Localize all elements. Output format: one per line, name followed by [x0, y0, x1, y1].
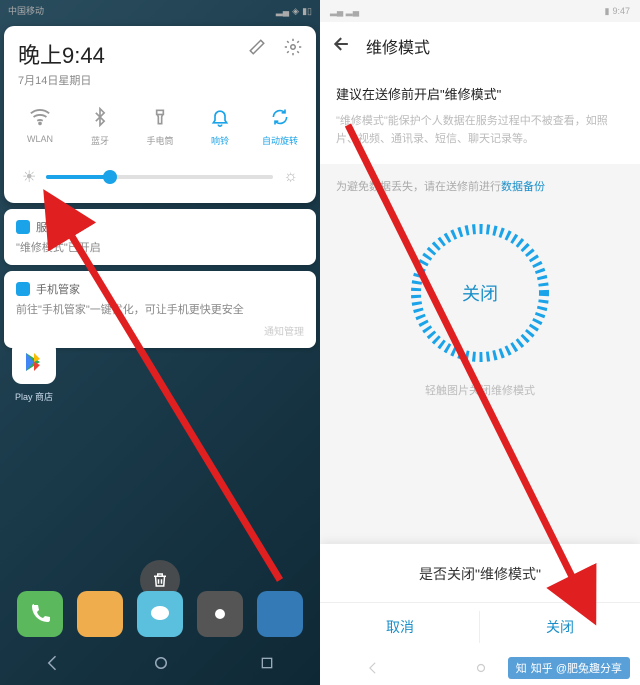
qs-flashlight[interactable]: 手电筒	[132, 106, 188, 147]
nav-back-icon[interactable]	[367, 661, 381, 680]
qs-ringer[interactable]: 响铃	[192, 106, 248, 147]
app-icon	[16, 282, 30, 296]
back-icon[interactable]	[332, 34, 352, 59]
edit-icon[interactable]	[248, 38, 266, 61]
qs-label: 蓝牙	[91, 134, 109, 147]
phone-right-screenshot: ▂▄ ▂▄ ▮ 9:47 维修模式 建议在送修前开启"维修模式" "维修模式"能…	[320, 0, 640, 685]
nav-recents-icon[interactable]	[259, 655, 275, 676]
statusbar: ▂▄ ▂▄ ▮ 9:47	[320, 0, 640, 22]
watermark-text: 知乎 @肥兔趣分享	[531, 660, 622, 676]
backup-hint: 为避免数据丢失，请在送修前进行数据备份	[320, 164, 640, 208]
play-store-icon[interactable]	[12, 340, 56, 384]
qs-label: 响铃	[211, 134, 229, 147]
confirm-dialog: 是否关闭"维修模式" 取消 关闭	[320, 544, 640, 655]
notif-app-name: 手机管家	[36, 281, 80, 297]
nav-back-icon[interactable]	[45, 654, 63, 677]
notification-service[interactable]: 服务 "维修模式"已开启	[4, 209, 316, 265]
zhihu-icon: 知	[516, 660, 527, 676]
signal-icon: ▂▄	[276, 6, 289, 17]
notif-app-name: 服务	[36, 219, 58, 235]
dock	[0, 591, 320, 637]
dock-browser-icon[interactable]	[257, 591, 303, 637]
signal-icon: ▂▄ ▂▄	[330, 6, 359, 17]
dock-messages-icon[interactable]	[137, 591, 183, 637]
settings-icon[interactable]	[284, 38, 302, 61]
quick-settings-row: WLAN 蓝牙 手电筒 响铃 自动旋转	[4, 96, 316, 153]
flashlight-icon	[149, 106, 171, 128]
rotate-icon	[269, 106, 291, 128]
cancel-button[interactable]: 取消	[320, 603, 480, 651]
circle-hint: 轻触图片关闭维修模式	[425, 382, 535, 398]
qs-bluetooth[interactable]: 蓝牙	[72, 106, 128, 147]
bell-icon	[209, 106, 231, 128]
watermark: 知 知乎 @肥兔趣分享	[508, 657, 630, 679]
notif-body: 前往"手机管家"一键优化，可让手机更快更安全	[16, 301, 304, 317]
app-label: Play 商店	[15, 390, 53, 403]
battery-icon: ▮▯	[302, 6, 312, 17]
qs-label: 自动旋转	[262, 134, 298, 147]
status-time: 9:47	[612, 6, 630, 16]
notification-management-link[interactable]: 通知管理	[16, 323, 304, 338]
dock-camera-icon[interactable]	[197, 591, 243, 637]
phone-left-screenshot: 中国移动 ▂▄ ◈ ▮▯ 晚上9:44 7月14日星期日 WLAN	[0, 0, 320, 685]
notification-shade: 晚上9:44 7月14日星期日 WLAN 蓝牙 手电筒	[4, 26, 316, 203]
dialog-message: 是否关闭"维修模式"	[320, 564, 640, 584]
confirm-button[interactable]: 关闭	[480, 603, 640, 651]
notification-phone-manager[interactable]: 手机管家 前往"手机管家"一键优化，可让手机更快更安全 通知管理	[4, 271, 316, 348]
brightness-slider[interactable]	[46, 175, 273, 179]
wifi-icon	[29, 106, 51, 128]
shade-header: 晚上9:44 7月14日星期日	[4, 26, 316, 96]
qs-label: WLAN	[27, 134, 53, 144]
wifi-icon: ◈	[292, 6, 299, 17]
app-icon	[16, 220, 30, 234]
qs-wlan[interactable]: WLAN	[12, 106, 68, 147]
carrier-label: 中国移动	[8, 7, 44, 16]
info-heading: 建议在送修前开启"维修模式"	[336, 84, 624, 103]
brightness-row: ☀ ☼	[4, 153, 316, 203]
close-mode-circle-button[interactable]: 关闭	[405, 218, 555, 368]
homescreen-app: Play 商店	[12, 340, 56, 403]
dock-phone-icon[interactable]	[17, 591, 63, 637]
statusbar: 中国移动 ▂▄ ◈ ▮▯	[0, 0, 320, 22]
titlebar: 维修模式	[320, 22, 640, 70]
navbar	[0, 645, 320, 685]
qs-autorotate[interactable]: 自动旋转	[252, 106, 308, 147]
battery-icon: ▮	[605, 6, 610, 17]
data-backup-link[interactable]: 数据备份	[501, 181, 545, 193]
backup-prefix: 为避免数据丢失，请在送修前进行	[336, 181, 501, 193]
shade-date: 7月14日星期日	[18, 72, 105, 88]
circle-label: 关闭	[462, 280, 498, 306]
page-title: 维修模式	[366, 34, 430, 58]
nav-home-icon[interactable]	[474, 661, 488, 680]
qs-label: 手电筒	[146, 134, 173, 147]
brightness-high-icon: ☼	[283, 168, 298, 186]
info-description: "维修模式"能保护个人数据在服务过程中不被查看，如照片、视频、通讯录、短信、聊天…	[336, 113, 624, 148]
notif-body: "维修模式"已开启	[16, 239, 304, 255]
shade-time: 晚上9:44	[18, 38, 105, 70]
dock-contacts-icon[interactable]	[77, 591, 123, 637]
nav-home-icon[interactable]	[152, 654, 170, 677]
circle-section: 关闭 轻触图片关闭维修模式	[320, 208, 640, 406]
bluetooth-icon	[89, 106, 111, 128]
info-block: 建议在送修前开启"维修模式" "维修模式"能保护个人数据在服务过程中不被查看，如…	[320, 70, 640, 164]
brightness-low-icon: ☀	[22, 167, 36, 187]
